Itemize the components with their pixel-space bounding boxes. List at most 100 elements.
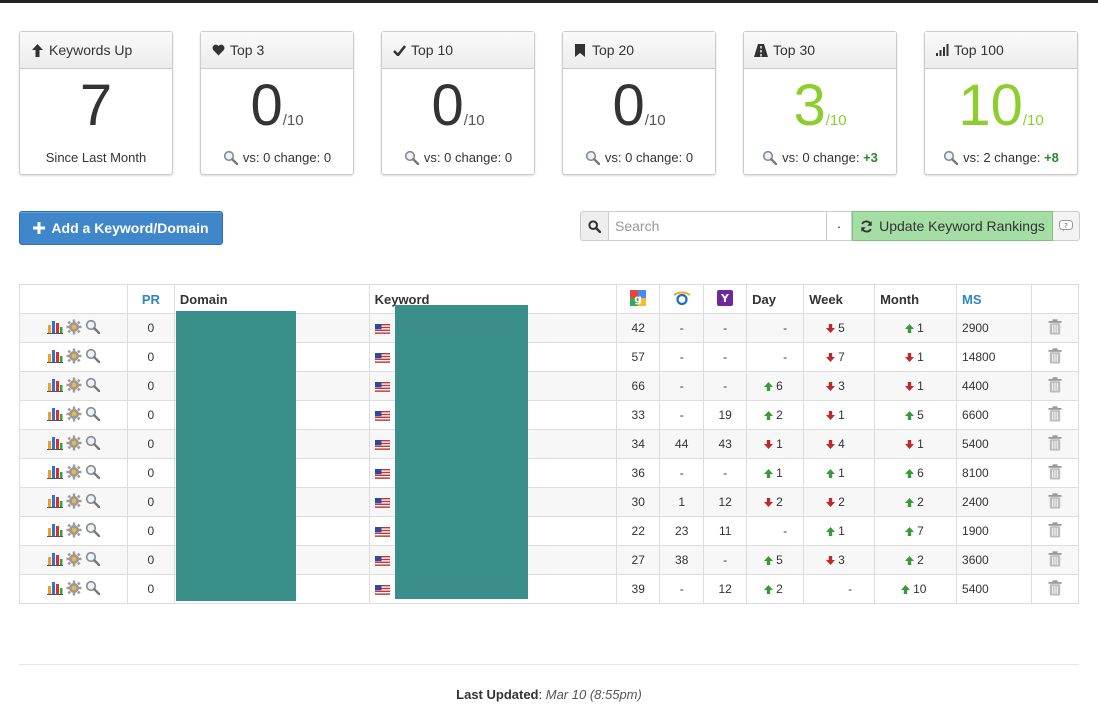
day-cell: 6 bbox=[746, 371, 805, 401]
trash-icon[interactable] bbox=[1048, 376, 1062, 396]
card-title: Top 3 bbox=[230, 42, 265, 58]
search-icon[interactable] bbox=[85, 435, 101, 453]
month-change-value: 2 bbox=[917, 495, 924, 509]
svg-text:g: g bbox=[634, 292, 642, 305]
pr-cell: 0 bbox=[126, 400, 175, 430]
chart-icon[interactable] bbox=[46, 435, 63, 453]
day-cell: - bbox=[746, 313, 805, 343]
card-value-wrap: 0/10 bbox=[201, 75, 353, 137]
gear-icon[interactable] bbox=[66, 406, 82, 425]
month-cell: 2 bbox=[874, 545, 958, 575]
trash-icon[interactable] bbox=[1048, 521, 1062, 541]
magnifier-icon bbox=[585, 150, 601, 168]
day-cell: 5 bbox=[746, 545, 805, 575]
month-change-value: 1 bbox=[917, 379, 924, 393]
chart-icon[interactable] bbox=[46, 493, 63, 511]
month-cell: 7 bbox=[874, 516, 958, 546]
top-border bbox=[0, 0, 1098, 3]
day-change-value: 6 bbox=[776, 379, 783, 393]
chart-icon[interactable] bbox=[46, 348, 63, 366]
chart-icon[interactable] bbox=[46, 551, 63, 569]
trash-icon[interactable] bbox=[1048, 318, 1062, 338]
trash-icon[interactable] bbox=[1048, 492, 1062, 512]
yahoo-header[interactable]: Y bbox=[703, 284, 748, 314]
card-denominator: /10 bbox=[463, 112, 485, 129]
card-value-wrap: 10/10 bbox=[925, 75, 1077, 137]
delete-cell bbox=[1030, 429, 1080, 459]
search-icon[interactable] bbox=[85, 406, 101, 424]
trash-icon[interactable] bbox=[1048, 550, 1062, 570]
pr-header[interactable]: PR bbox=[126, 284, 175, 314]
trash-icon[interactable] bbox=[1048, 347, 1062, 367]
arrow-down-icon bbox=[905, 350, 917, 364]
arrow-up-icon bbox=[905, 524, 917, 538]
search-icon[interactable] bbox=[85, 348, 101, 366]
chart-icon[interactable] bbox=[46, 319, 63, 337]
gear-icon[interactable] bbox=[66, 377, 82, 396]
card-vs-text: vs: 0 change: bbox=[604, 150, 686, 165]
month-header[interactable]: Month bbox=[874, 284, 958, 314]
help-bubble-icon: ? bbox=[1059, 220, 1073, 232]
week-change-value: 3 bbox=[838, 553, 845, 567]
card-denominator: /10 bbox=[644, 112, 666, 129]
search-input[interactable] bbox=[608, 211, 827, 241]
add-keyword-button[interactable]: Add a Keyword/Domain bbox=[19, 211, 223, 245]
yahoo-rank-cell: - bbox=[703, 371, 748, 401]
week-change-value: 1 bbox=[838, 524, 845, 538]
chart-icon[interactable] bbox=[46, 377, 63, 395]
search-icon[interactable] bbox=[85, 464, 101, 482]
search-icon[interactable] bbox=[85, 377, 101, 395]
keyword-redaction bbox=[395, 305, 528, 599]
month-change-value: 10 bbox=[913, 582, 927, 596]
google-rank-cell: 33 bbox=[616, 400, 661, 430]
gear-icon[interactable] bbox=[66, 319, 82, 338]
chart-icon[interactable] bbox=[46, 580, 63, 598]
yahoo-rank-cell: 11 bbox=[703, 516, 748, 546]
ms-cell: 6600 bbox=[956, 400, 1032, 430]
trash-icon[interactable] bbox=[1048, 434, 1062, 454]
week-header[interactable]: Week bbox=[803, 284, 876, 314]
stat-card: Top 3 0/10 vs: 0 change: 0 bbox=[200, 31, 354, 175]
search-icon[interactable] bbox=[85, 580, 101, 598]
gear-icon[interactable] bbox=[66, 580, 82, 599]
search-icon[interactable] bbox=[85, 493, 101, 511]
trash-icon[interactable] bbox=[1048, 405, 1062, 425]
bing-header[interactable] bbox=[659, 284, 705, 314]
gear-icon[interactable] bbox=[66, 493, 82, 512]
chart-icon[interactable] bbox=[46, 522, 63, 540]
row-actions bbox=[19, 429, 128, 459]
chart-icon[interactable] bbox=[46, 406, 63, 424]
card-value-wrap: 3/10 bbox=[744, 75, 896, 137]
google-header[interactable]: g bbox=[616, 284, 661, 314]
chart-icon[interactable] bbox=[46, 464, 63, 482]
domain-redaction bbox=[176, 311, 296, 601]
check-icon bbox=[392, 43, 406, 57]
trash-icon[interactable] bbox=[1048, 463, 1062, 483]
search-icon[interactable] bbox=[85, 551, 101, 569]
week-change-value: 7 bbox=[838, 350, 845, 364]
last-updated: Last Updated: Mar 10 (8:55pm) bbox=[0, 687, 1098, 702]
search-options-button[interactable]: · bbox=[827, 211, 852, 241]
search-icon[interactable] bbox=[85, 319, 101, 337]
bing-icon bbox=[673, 291, 691, 305]
day-header[interactable]: Day bbox=[746, 284, 805, 314]
ms-header[interactable]: MS bbox=[956, 284, 1032, 314]
gear-icon[interactable] bbox=[66, 551, 82, 570]
yahoo-rank-cell: - bbox=[703, 342, 748, 372]
card-footer: vs: 0 change: 0 bbox=[201, 150, 353, 168]
card-value-wrap: 7 bbox=[20, 75, 172, 137]
bing-rank-cell: - bbox=[659, 574, 705, 604]
month-cell: 2 bbox=[874, 487, 958, 517]
trash-icon[interactable] bbox=[1048, 579, 1062, 599]
gear-icon[interactable] bbox=[66, 464, 82, 483]
arrow-down-icon bbox=[826, 350, 838, 364]
gear-icon[interactable] bbox=[66, 348, 82, 367]
domain-header[interactable]: Domain bbox=[173, 284, 370, 314]
update-rankings-button[interactable]: Update Keyword Rankings bbox=[852, 211, 1053, 241]
gear-icon[interactable] bbox=[66, 522, 82, 541]
gear-icon[interactable] bbox=[66, 435, 82, 454]
card-footer: vs: 2 change: +8 bbox=[925, 150, 1077, 168]
search-icon[interactable] bbox=[85, 522, 101, 540]
help-button[interactable]: ? bbox=[1053, 211, 1080, 241]
bing-rank-cell: - bbox=[659, 342, 705, 372]
